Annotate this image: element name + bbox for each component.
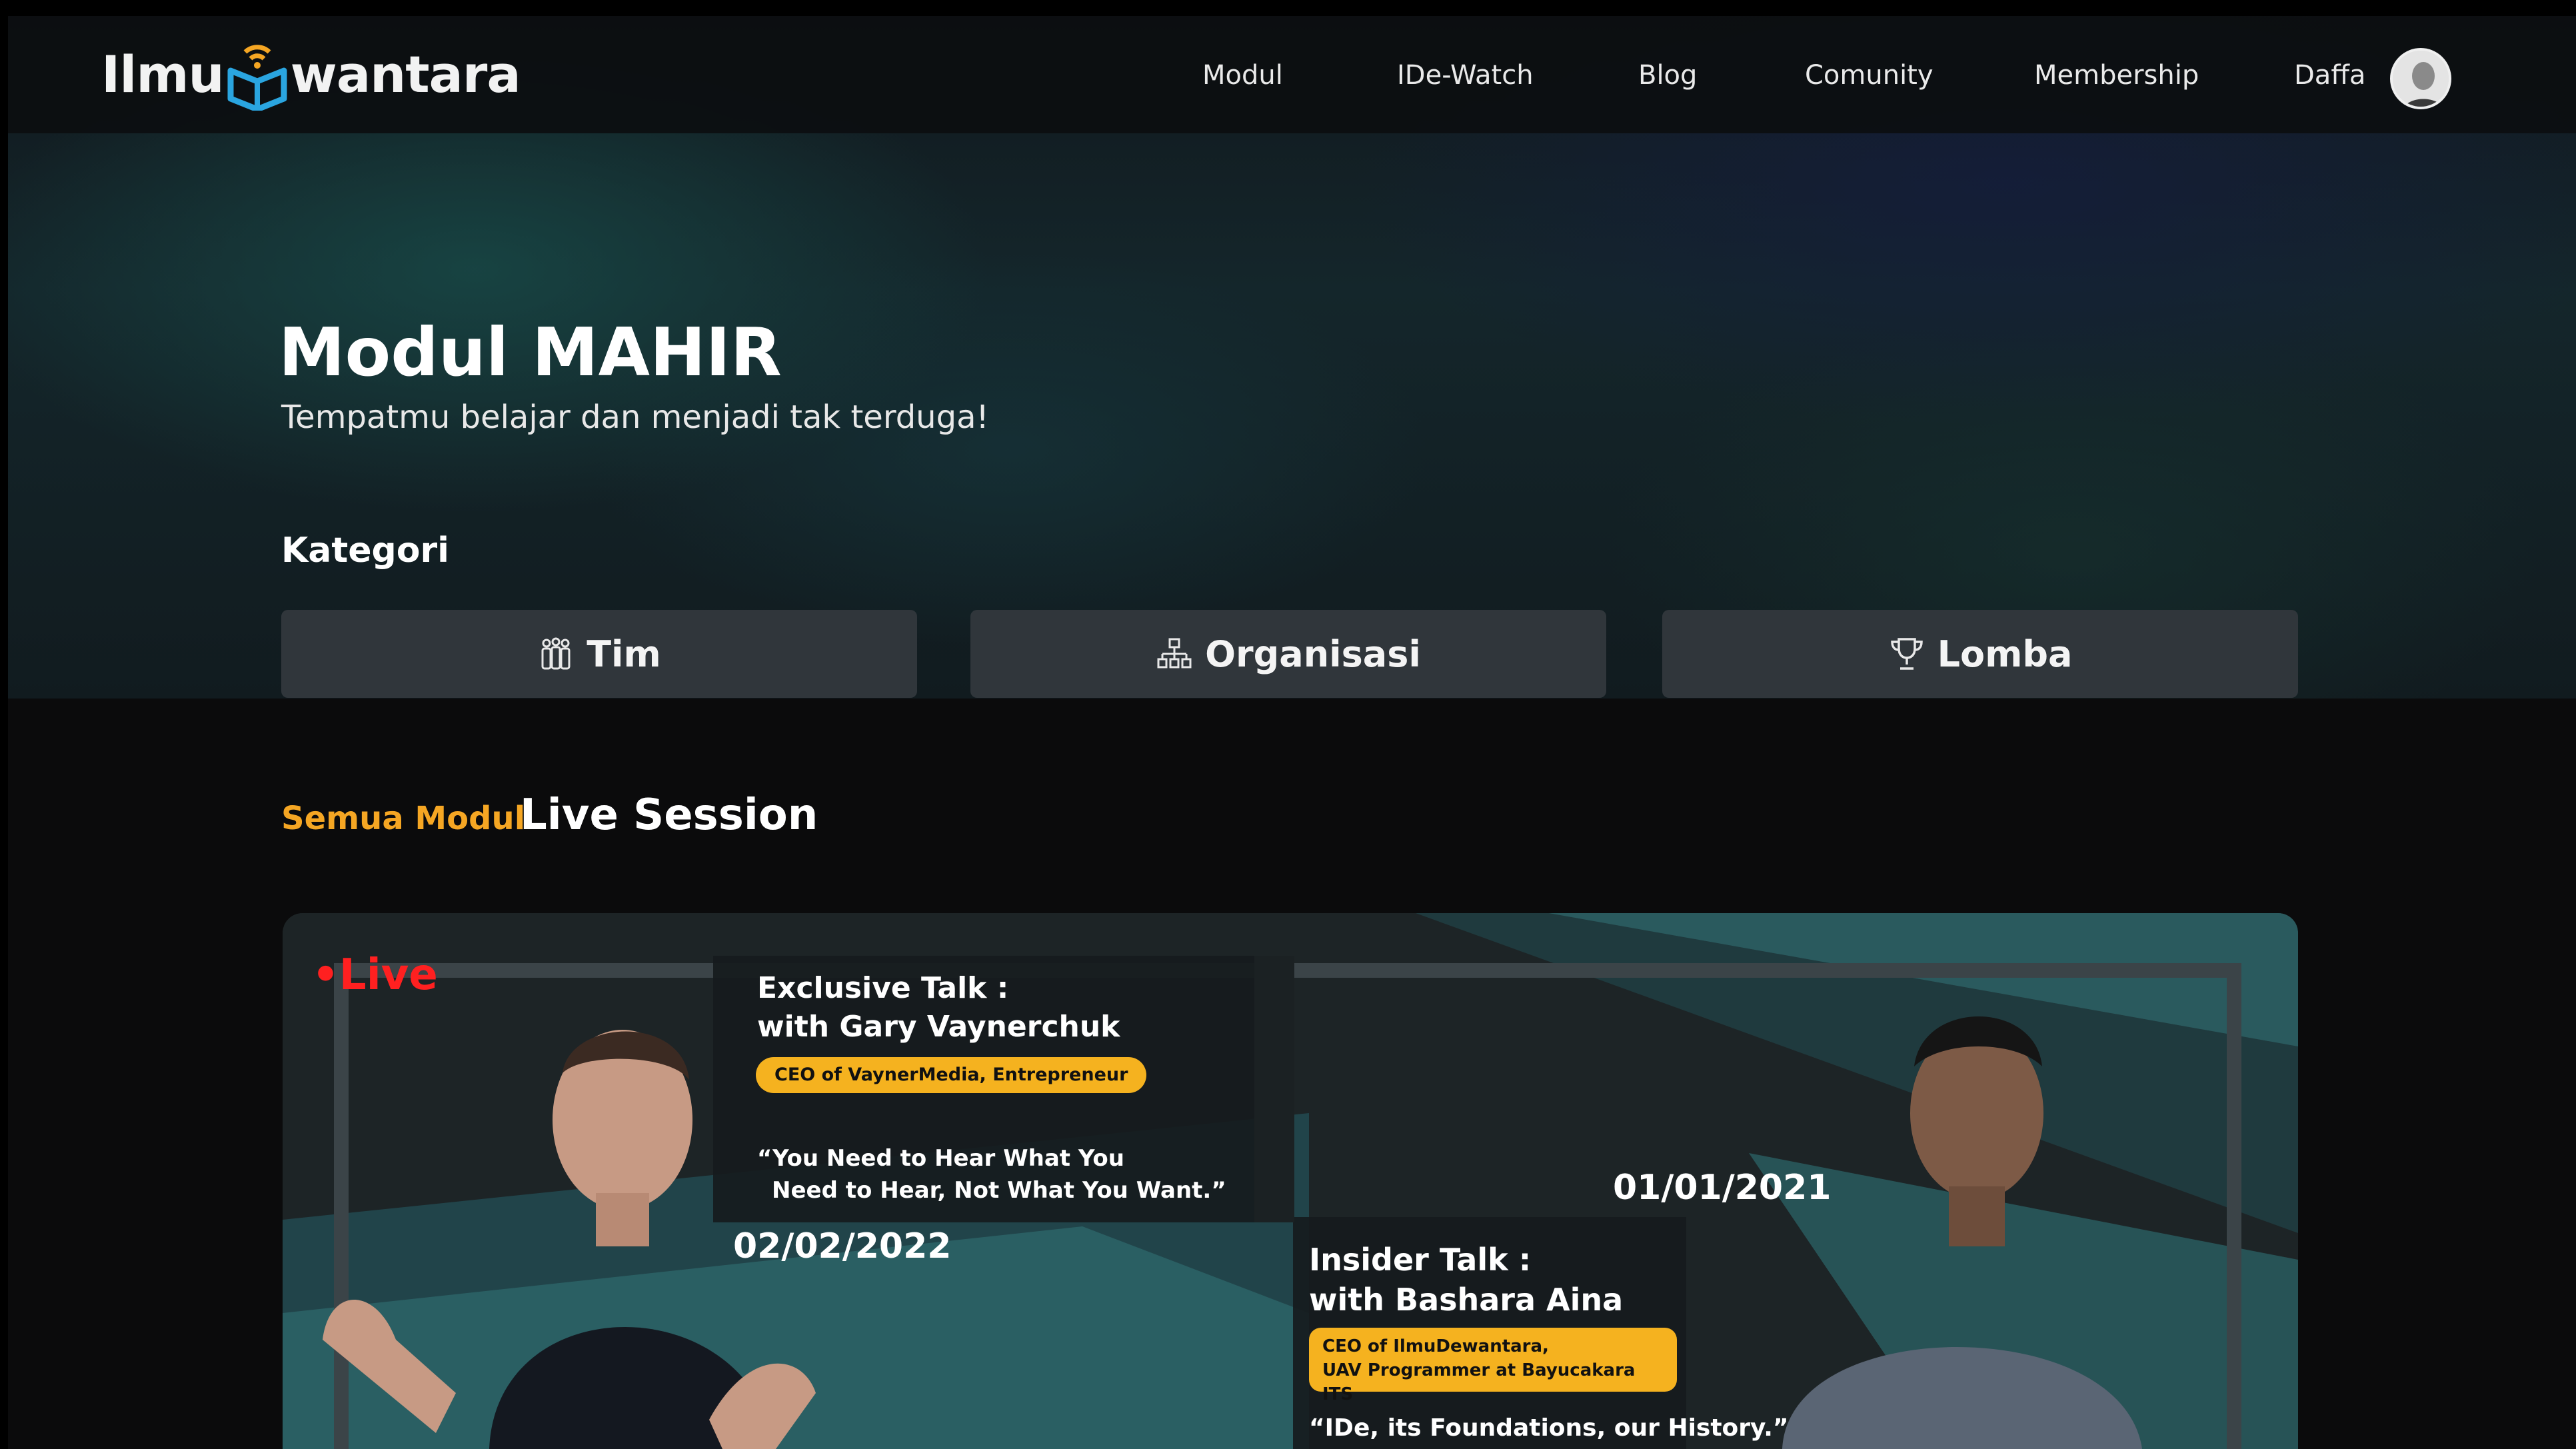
insider-talk-title: Insider Talk : with Bashara Aina — [1309, 1240, 1623, 1320]
banner-background-art — [283, 913, 2298, 1449]
exclusive-quote-line1: “You Need to Hear What You — [757, 1145, 1124, 1172]
category-organisasi-button[interactable]: Organisasi — [970, 610, 1606, 698]
app-screen: Ilmu wantara Modul IDe-Watch Blog Comuni… — [0, 0, 2576, 1449]
insider-badge-line2: UAV Programmer at Bayucakara ITS — [1322, 1360, 1636, 1404]
insider-date: 01/01/2021 — [1613, 1168, 1832, 1208]
book-wifi-icon — [227, 45, 287, 111]
live-session-banner[interactable]: •Live Exclusive Talk : with Gary Vaynerc… — [283, 913, 2298, 1449]
page-title: Modul MAHIR — [279, 313, 782, 391]
exclusive-talk-title-line2: with Gary Vaynerchuk — [757, 1010, 1120, 1044]
screen-edge-top — [0, 0, 2576, 16]
category-lomba-button[interactable]: Lomba — [1662, 610, 2298, 698]
live-indicator: •Live — [312, 950, 438, 1000]
page-subtitle: Tempatmu belajar dan menjadi tak terduga… — [281, 399, 989, 436]
tab-live-session[interactable]: Live Session — [520, 790, 818, 840]
exclusive-talk-title: Exclusive Talk : with Gary Vaynerchuk — [757, 969, 1120, 1046]
top-navbar: Ilmu wantara Modul IDe-Watch Blog Comuni… — [8, 16, 2576, 133]
category-heading: Kategori — [281, 531, 449, 571]
screen-edge-left — [0, 0, 8, 1449]
insider-talk-title-line1: Insider Talk : — [1309, 1242, 1532, 1278]
avatar-portrait-icon — [2393, 51, 2449, 107]
insider-badge-line1: CEO of IlmuDewantara, — [1322, 1336, 1549, 1356]
logo-text-left: Ilmu — [101, 44, 225, 104]
brand-logo[interactable]: Ilmu wantara — [101, 37, 521, 111]
category-organisasi-label: Organisasi — [1205, 633, 1421, 675]
exclusive-talk-title-line1: Exclusive Talk : — [757, 971, 1009, 1005]
exclusive-quote: “You Need to Hear What You Need to Hear,… — [757, 1142, 1226, 1206]
category-tim-label: Tim — [587, 633, 661, 675]
category-tim-button[interactable]: Tim — [281, 610, 917, 698]
trophy-icon — [1890, 638, 1923, 670]
team-icon — [541, 637, 571, 670]
exclusive-speaker-badge: CEO of VaynerMedia, Entrepreneur — [756, 1057, 1147, 1093]
exclusive-date: 02/02/2022 — [733, 1226, 952, 1266]
insider-speaker-badge: CEO of IlmuDewantara, UAV Programmer at … — [1309, 1328, 1677, 1404]
exclusive-quote-line2: Need to Hear, Not What You Want.” — [772, 1177, 1226, 1204]
tab-semua-modul[interactable]: Semua Modul — [281, 800, 525, 837]
nav-comunity[interactable]: Comunity — [1805, 60, 1933, 91]
org-chart-icon — [1157, 638, 1192, 669]
insider-quote: “IDe, its Foundations, our History.” — [1309, 1414, 1789, 1442]
nav-membership[interactable]: Membership — [2034, 60, 2199, 91]
user-avatar[interactable] — [2390, 48, 2451, 109]
nav-blog[interactable]: Blog — [1638, 60, 1697, 91]
category-lomba-label: Lomba — [1937, 633, 2073, 675]
user-name[interactable]: Daffa — [2294, 60, 2365, 91]
nav-ide-watch[interactable]: IDe-Watch — [1397, 60, 1534, 91]
insider-talk-title-line2: with Bashara Aina — [1309, 1282, 1624, 1318]
nav-modul[interactable]: Modul — [1202, 60, 1283, 91]
logo-text-right: wantara — [290, 44, 521, 104]
